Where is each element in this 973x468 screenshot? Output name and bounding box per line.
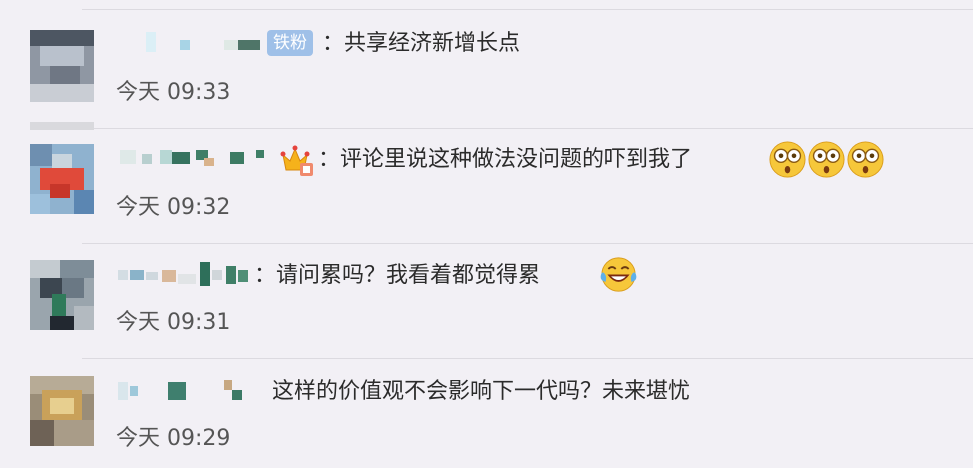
comment-divider (82, 358, 973, 359)
comment-text: 这样的价值观不会影响下一代吗？未来堪忧 (272, 379, 691, 404)
laughing-crying-face-icon (600, 257, 637, 292)
comment-divider (82, 243, 973, 244)
comment-time: 今天 09:31 (116, 310, 231, 335)
shocked-face-icon (769, 141, 806, 178)
shocked-face-icon (808, 141, 845, 178)
avatar[interactable] (30, 144, 94, 214)
comment-time: 今天 09:32 (116, 195, 231, 220)
iron-fan-badge: 铁粉 (267, 30, 313, 56)
comment-text: ：评论里说这种做法没问题的吓到我了 (318, 147, 693, 172)
crown-vip-icon (280, 145, 313, 176)
comment-text: ：请问累吗？我看着都觉得累 (254, 263, 541, 288)
comment-time: 今天 09:33 (116, 80, 231, 105)
avatar[interactable] (30, 376, 94, 446)
top-divider (82, 9, 973, 10)
shocked-face-icon (847, 141, 884, 178)
avatar-shadow (30, 122, 94, 130)
comment-divider (82, 128, 973, 129)
comment-text: ：共享经济新增长点 (322, 31, 521, 56)
avatar[interactable] (30, 30, 94, 102)
comment-time: 今天 09:29 (116, 426, 231, 451)
avatar[interactable] (30, 260, 94, 330)
